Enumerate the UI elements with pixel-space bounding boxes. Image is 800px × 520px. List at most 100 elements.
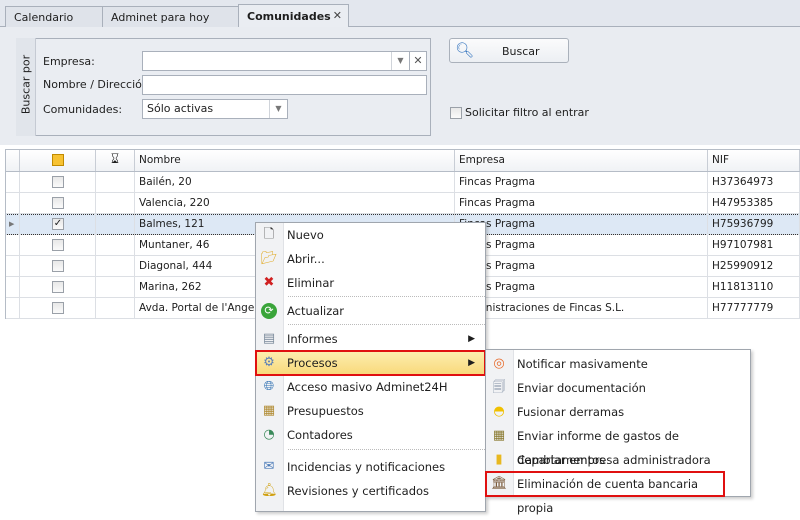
new-document-icon: 🗋 xyxy=(263,227,275,242)
row-select-cell[interactable] xyxy=(20,277,96,298)
submenu-item-notificar-masivamente[interactable]: ◎ Notificar masivamente xyxy=(486,352,750,376)
cell-nif: H75936799 xyxy=(708,214,800,235)
solicitar-filtro-checkbox[interactable] xyxy=(450,107,462,119)
refresh-icon: ⟳ xyxy=(261,303,277,319)
menu-item-procesos[interactable]: ⚙ Procesos ▶ xyxy=(255,350,486,376)
search-button[interactable]: 🔍︎ Buscar xyxy=(449,38,569,63)
row-checkbox[interactable] xyxy=(52,176,64,188)
send-document-icon: 🗐 xyxy=(492,380,506,395)
tab-label: Comunidades xyxy=(247,10,331,23)
grid-left-border xyxy=(5,149,6,319)
bank-icon: 🏛︎ xyxy=(491,476,508,491)
cell-empresa: Fincas Pragma xyxy=(455,277,708,298)
budget-icon: ▦ xyxy=(262,403,276,418)
submenu-item-enviar-informe-gastos[interactable]: ▦ Enviar informe de gastos de departament… xyxy=(486,424,750,467)
row-select-cell[interactable] xyxy=(20,256,96,277)
row-indicator xyxy=(5,256,20,277)
hard-hat-icon: ◓ xyxy=(493,404,505,419)
row-select-cell[interactable] xyxy=(20,193,96,214)
grid-header: ⌛︎ Nombre Empresa NIF xyxy=(5,149,800,172)
hourglass-icon[interactable]: ⌛︎ xyxy=(96,150,135,171)
menu-item-nuevo[interactable]: 🗋 Nuevo xyxy=(256,223,485,247)
empresa-combo[interactable]: ▼ xyxy=(142,51,410,71)
tab-adminet-para-hoy[interactable]: Adminet para hoy xyxy=(102,6,239,27)
menu-item-acceso-masivo[interactable]: 🌐︎ Acceso masivo Adminet24H xyxy=(256,375,485,399)
procesos-submenu: ◎ Notificar masivamente 🗐 Enviar documenta… xyxy=(485,349,751,515)
chevron-down-icon[interactable]: ▼ xyxy=(269,100,287,118)
gauge-icon: ◔ xyxy=(263,427,275,442)
cell-nif: H37364973 xyxy=(708,172,800,193)
close-tab-icon[interactable]: ✕ xyxy=(333,9,342,22)
column-header-nif[interactable]: NIF xyxy=(708,150,800,171)
nombre-direccion-input[interactable] xyxy=(142,75,427,95)
row-indicator xyxy=(5,277,20,298)
table-row[interactable]: Valencia, 220 Fincas Pragma H47953385 xyxy=(5,193,800,214)
menu-item-abrir[interactable]: 📂︎ Abrir... xyxy=(256,247,485,271)
row-select-cell[interactable] xyxy=(20,235,96,256)
cell-empresa: Fincas Pragma xyxy=(455,235,708,256)
submenu-arrow-icon: ▶ xyxy=(468,358,475,368)
nombre-label: Nombre / Dirección: xyxy=(43,78,153,91)
row-checkbox[interactable] xyxy=(52,281,64,293)
cell-nif: H97107981 xyxy=(708,235,800,256)
cell-empresa: Fincas Pragma xyxy=(455,214,708,235)
row-indicator xyxy=(5,298,20,319)
cell-nif: H11813110 xyxy=(708,277,800,298)
menu-item-revisiones[interactable]: 🔔︎ Revisiones y certificados xyxy=(256,479,485,503)
comunidades-combo[interactable]: Sólo activas ▼ xyxy=(142,99,288,119)
clear-empresa-button[interactable]: ✕ xyxy=(409,51,427,71)
column-header-empresa[interactable]: Empresa xyxy=(455,150,708,171)
tab-calendario[interactable]: Calendario xyxy=(5,6,103,27)
chevron-down-icon[interactable]: ▼ xyxy=(391,52,409,70)
cell-nombre: Valencia, 220 xyxy=(135,193,455,214)
table-row[interactable]: Bailén, 20 Fincas Pragma H37364973 xyxy=(5,172,800,193)
row-indicator: ▶ xyxy=(5,214,20,235)
comunidades-label: Comunidades: xyxy=(43,103,123,116)
menu-item-contadores[interactable]: ◔ Contadores xyxy=(256,423,485,447)
column-header-nombre[interactable]: Nombre xyxy=(135,150,455,171)
row-checkbox[interactable] xyxy=(52,260,64,272)
context-menu: 🗋 Nuevo 📂︎ Abrir... ✖ Eliminar ⟳ Actualizar … xyxy=(255,222,486,512)
broadcast-icon: ◎ xyxy=(493,356,505,371)
submenu-item-enviar-documentacion[interactable]: 🗐 Enviar documentación xyxy=(486,376,750,400)
cell-empresa: Fincas Pragma xyxy=(455,193,708,214)
database-icon: ▮ xyxy=(495,452,503,467)
cell-nif: H25990912 xyxy=(708,256,800,277)
menu-item-eliminar[interactable]: ✖ Eliminar xyxy=(256,271,485,295)
submenu-item-fusionar-derramas[interactable]: ◓ Fusionar derramas xyxy=(486,400,750,424)
row-checkbox[interactable] xyxy=(52,239,64,251)
tab-label: Calendario xyxy=(14,11,74,24)
cell-nif: H47953385 xyxy=(708,193,800,214)
select-all-checkbox[interactable] xyxy=(52,154,64,166)
menu-item-presupuestos[interactable]: ▦ Presupuestos xyxy=(256,399,485,423)
cell-empresa: Administraciones de Fincas S.L. xyxy=(455,298,708,319)
row-indicator xyxy=(5,193,20,214)
magnifier-icon: 🔍︎ xyxy=(455,41,475,59)
solicitar-filtro-label: Solicitar filtro al entrar xyxy=(465,106,589,119)
menu-item-actualizar[interactable]: ⟳ Actualizar xyxy=(256,299,485,323)
row-select-cell[interactable]: ✓ xyxy=(20,214,96,235)
search-button-label: Buscar xyxy=(502,45,540,58)
expense-report-icon: ▦ xyxy=(492,428,506,443)
row-indicator xyxy=(5,172,20,193)
cell-nombre: Bailén, 20 xyxy=(135,172,455,193)
tab-label: Adminet para hoy xyxy=(111,11,210,24)
tab-comunidades[interactable]: Comunidades ✕ xyxy=(238,4,349,28)
row-checkbox[interactable] xyxy=(52,302,64,314)
submenu-item-cambiar-empresa[interactable]: ▮ Cambiar empresa administradora xyxy=(486,448,750,472)
submenu-item-eliminacion-cuenta-bancaria[interactable]: 🏛︎ Eliminación de cuenta bancaria propia xyxy=(485,471,725,515)
row-select-cell[interactable] xyxy=(20,172,96,193)
row-indicator xyxy=(5,235,20,256)
cell-empresa: Fincas Pragma xyxy=(455,172,708,193)
menu-item-incidencias[interactable]: ✉ Incidencias y notificaciones xyxy=(256,455,485,479)
gear-icon: ⚙ xyxy=(263,355,275,370)
row-select-cell[interactable] xyxy=(20,298,96,319)
incidents-icon: ✉ xyxy=(263,459,275,474)
select-all-column[interactable] xyxy=(20,150,96,171)
bell-certificate-icon: 🔔︎ xyxy=(261,483,278,498)
menu-item-informes[interactable]: ▤ Informes ▶ xyxy=(256,327,485,351)
globe-lock-icon: 🌐︎ xyxy=(263,379,275,394)
cell-empresa: Fincas Pragma xyxy=(455,256,708,277)
row-checkbox[interactable] xyxy=(52,197,64,209)
row-checkbox[interactable]: ✓ xyxy=(52,218,64,230)
